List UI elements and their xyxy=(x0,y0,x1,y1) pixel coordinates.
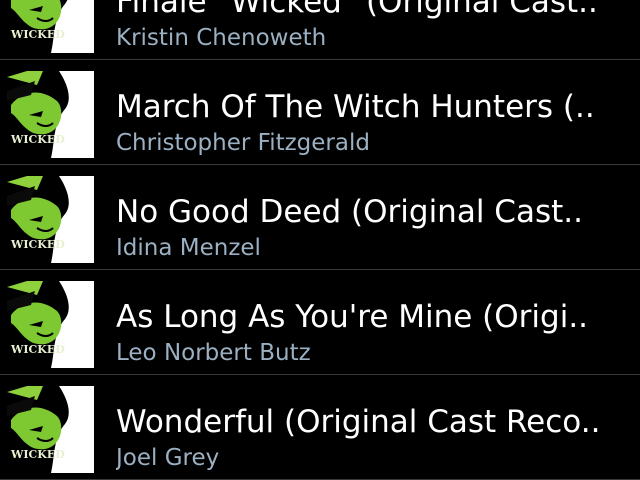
album-art-label: WICKED xyxy=(11,133,65,146)
track-row[interactable]: WICKED Wonderful (Original Cast Reco.. J… xyxy=(0,375,640,480)
track-row[interactable]: WICKED As Long As You're Mine (Origi.. L… xyxy=(0,270,640,375)
track-title: Finale "Wicked" (Original Cast.. xyxy=(116,0,598,20)
wicked-album-art-icon: WICKED xyxy=(7,71,94,158)
album-art-label: WICKED xyxy=(11,343,65,356)
album-art-label: WICKED xyxy=(11,238,65,251)
track-row[interactable]: WICKED Finale "Wicked" (Original Cast.. … xyxy=(0,0,640,60)
album-art-label: WICKED xyxy=(11,448,65,461)
track-list-view: WICKED Finale "Wicked" (Original Cast.. … xyxy=(0,0,640,480)
wicked-album-art-icon: WICKED xyxy=(7,281,94,368)
track-row[interactable]: WICKED No Good Deed (Original Cast.. Idi… xyxy=(0,165,640,270)
wicked-album-art-icon: WICKED xyxy=(7,176,94,263)
wicked-album-art-icon: WICKED xyxy=(7,0,94,53)
track-list: WICKED Finale "Wicked" (Original Cast.. … xyxy=(0,0,640,480)
track-artist: Leo Norbert Butz xyxy=(116,340,311,366)
track-artist: Idina Menzel xyxy=(116,235,261,261)
track-title: No Good Deed (Original Cast.. xyxy=(116,194,583,230)
track-row[interactable]: WICKED March Of The Witch Hunters (.. Ch… xyxy=(0,60,640,165)
album-art-label: WICKED xyxy=(11,28,65,41)
track-title: Wonderful (Original Cast Reco.. xyxy=(116,404,601,440)
track-title: March Of The Witch Hunters (.. xyxy=(116,89,595,125)
wicked-album-art-icon: WICKED xyxy=(7,386,94,473)
track-title: As Long As You're Mine (Origi.. xyxy=(116,299,589,335)
track-artist: Joel Grey xyxy=(116,445,220,471)
track-artist: Kristin Chenoweth xyxy=(116,25,327,51)
track-artist: Christopher Fitzgerald xyxy=(116,130,370,156)
